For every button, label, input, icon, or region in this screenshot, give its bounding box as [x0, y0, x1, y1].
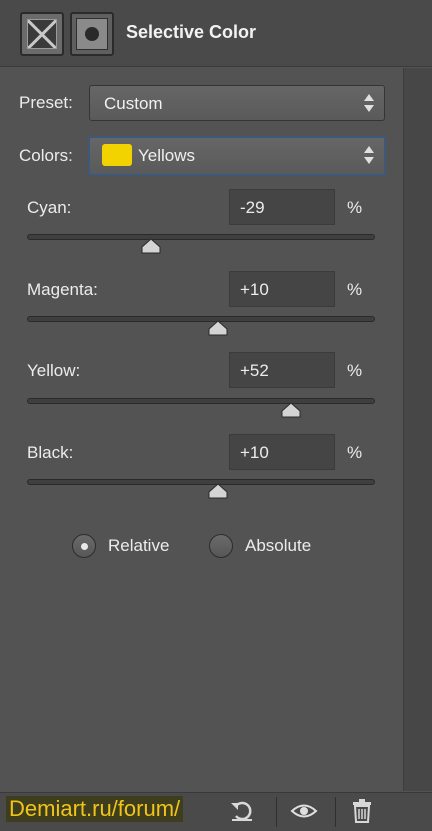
slider-label: Black:: [27, 443, 74, 462]
adjustment-icon-glyph: [27, 19, 57, 49]
delete-trash-icon[interactable]: [348, 798, 376, 824]
visibility-eye-icon[interactable]: [290, 798, 318, 824]
cyan-slider-track[interactable]: [27, 234, 375, 240]
percent-unit: %: [347, 361, 363, 380]
panel-title: Selective Color: [126, 22, 257, 42]
footer-divider: [335, 797, 336, 827]
slider-label: Cyan:: [27, 198, 72, 217]
mask-icon-glyph: [76, 18, 108, 50]
magenta-value-field[interactable]: +10: [229, 271, 335, 307]
absolute-label[interactable]: Absolute: [245, 536, 311, 556]
yellow-slider-track[interactable]: [27, 398, 375, 404]
percent-unit: %: [347, 280, 363, 299]
magenta-slider-thumb[interactable]: [208, 320, 228, 336]
slider-value: -29: [240, 198, 265, 217]
relative-radio[interactable]: [72, 534, 96, 558]
layer-mask-icon[interactable]: [70, 12, 114, 56]
slider-label: Yellow:: [27, 361, 81, 380]
slider-label: Magenta:: [27, 280, 98, 299]
yellow-slider-thumb[interactable]: [281, 402, 301, 418]
preset-value: Custom: [104, 94, 163, 113]
preset-dropdown[interactable]: Custom: [89, 85, 385, 121]
footer-divider: [276, 797, 277, 827]
color-swatch: [102, 144, 132, 166]
dropdown-arrows-icon: [364, 146, 374, 164]
cyan-value-field[interactable]: -29: [229, 189, 335, 225]
panel-footer: Demiart.ru/forum/: [0, 792, 432, 831]
black-slider-thumb[interactable]: [208, 483, 228, 499]
magenta-slider-track[interactable]: [27, 316, 375, 322]
reset-icon[interactable]: [228, 798, 256, 824]
colors-dropdown[interactable]: Yellows: [88, 136, 386, 176]
absolute-radio[interactable]: [209, 534, 233, 558]
percent-unit: %: [347, 443, 363, 462]
colors-value: Yellows: [138, 146, 196, 165]
preset-label: Preset:: [19, 93, 73, 112]
adjustment-layer-icon[interactable]: [20, 12, 64, 56]
slider-value: +52: [240, 361, 269, 380]
colors-label: Colors:: [19, 146, 73, 165]
black-value-field[interactable]: +10: [229, 434, 335, 470]
black-slider-track[interactable]: [27, 479, 375, 485]
panel-header: Selective Color: [0, 0, 432, 67]
yellow-value-field[interactable]: +52: [229, 352, 335, 388]
radio-selected-dot: [81, 543, 88, 550]
watermark-text: Demiart.ru/forum/: [6, 796, 184, 822]
slider-value: +10: [240, 280, 269, 299]
percent-unit: %: [347, 198, 363, 217]
panel-scrollbar[interactable]: [403, 68, 432, 791]
slider-value: +10: [240, 443, 269, 462]
cyan-slider-thumb[interactable]: [141, 238, 161, 254]
dropdown-arrows-icon: [364, 94, 374, 112]
relative-label[interactable]: Relative: [108, 536, 169, 556]
